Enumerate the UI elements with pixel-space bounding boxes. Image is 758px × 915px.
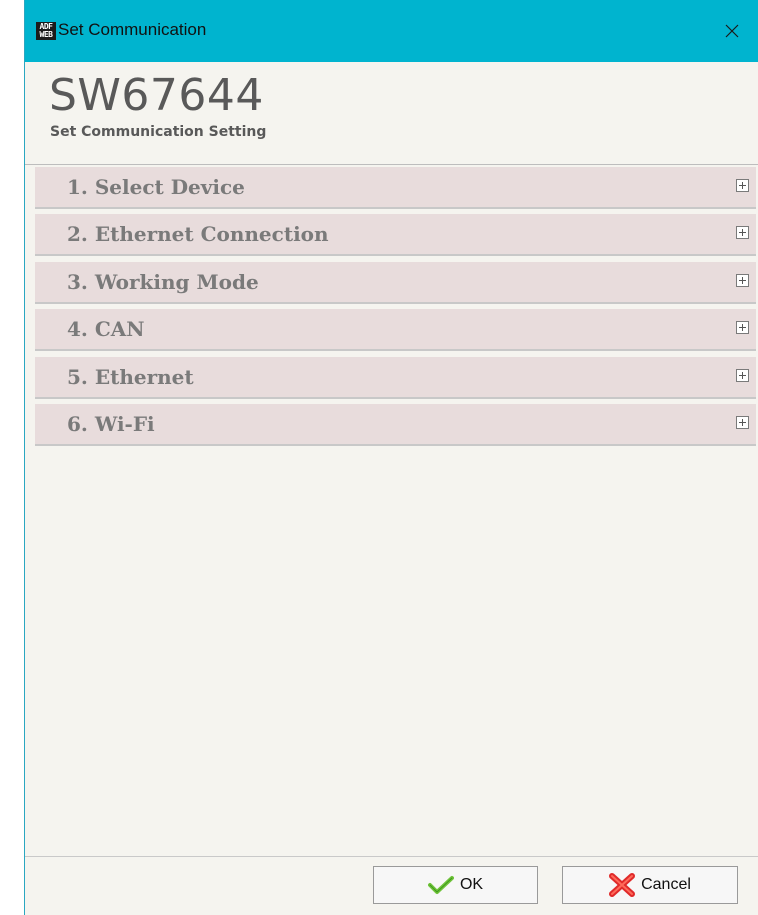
section-label: 5. Ethernet [67,365,194,389]
expand-icon[interactable] [736,321,749,334]
checkmark-icon [427,875,454,895]
section-label: 4. CAN [67,317,145,341]
app-logo-icon: ADF WEB [36,22,56,40]
footer-divider [25,856,758,857]
expand-icon[interactable] [736,226,749,239]
cancel-label: Cancel [641,876,691,893]
section-label: 2. Ethernet Connection [67,222,329,246]
expand-icon[interactable] [736,179,749,192]
x-icon [609,873,636,897]
header-divider [25,164,758,165]
page-subtitle: Set Communication Setting [50,124,267,140]
window-title: Set Communication [58,20,207,39]
section-ethernet[interactable]: 5. Ethernet [35,357,756,399]
section-wifi[interactable]: 6. Wi-Fi [35,404,756,446]
section-ethernet-connection[interactable]: 2. Ethernet Connection [35,214,756,256]
section-label: 1. Select Device [67,175,245,199]
set-communication-window: ADF WEB Set Communication SW67644 Set Com… [24,0,758,915]
section-label: 6. Wi-Fi [67,412,155,436]
expand-icon[interactable] [736,274,749,287]
section-select-device[interactable]: 1. Select Device [35,167,756,209]
ok-button[interactable]: OK [373,866,538,904]
close-button[interactable] [706,0,758,62]
section-label: 3. Working Mode [67,270,259,294]
expand-icon[interactable] [736,369,749,382]
title-bar: ADF WEB Set Communication [25,0,758,62]
expand-icon[interactable] [736,416,749,429]
section-working-mode[interactable]: 3. Working Mode [35,262,756,304]
cancel-button[interactable]: Cancel [562,866,738,904]
section-can[interactable]: 4. CAN [35,309,756,351]
page-title: SW67644 [49,70,264,121]
ok-label: OK [459,876,484,893]
close-icon [725,24,739,38]
